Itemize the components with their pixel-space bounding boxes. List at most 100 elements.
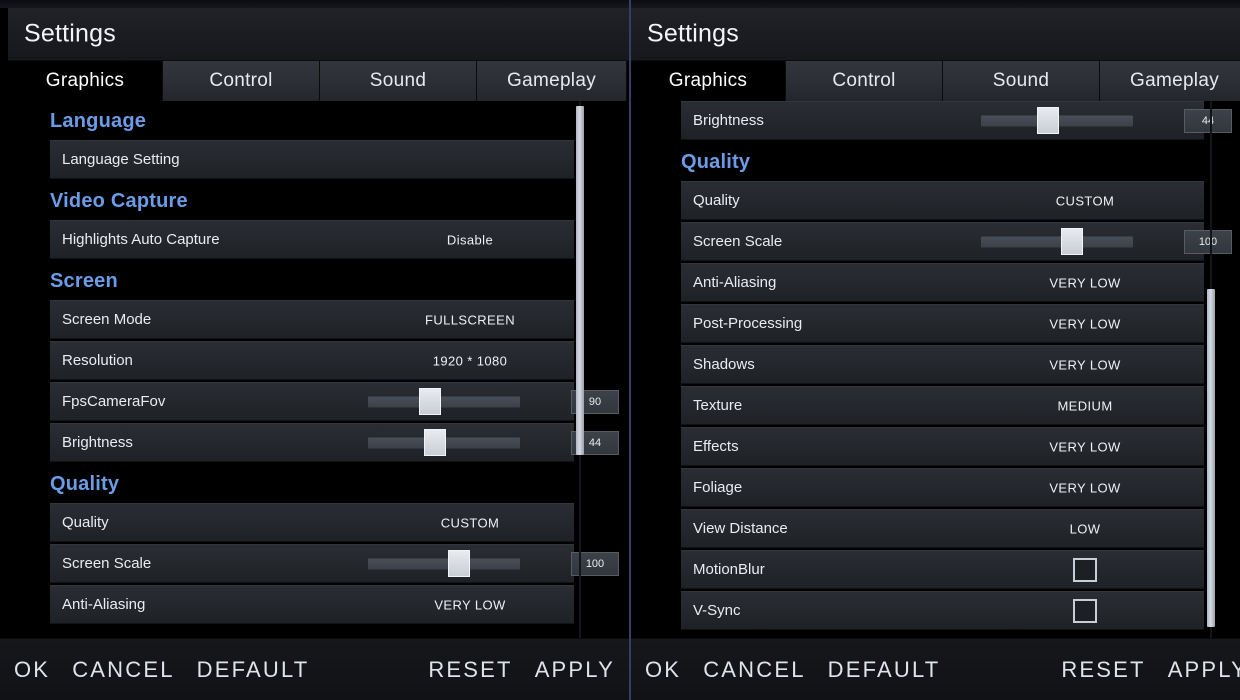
setting-label: Language Setting (62, 151, 180, 168)
setting-label: Quality (62, 514, 109, 531)
page-title: Settings (24, 19, 116, 48)
setting-value: CUSTOM (440, 515, 500, 530)
slider-track[interactable] (368, 429, 520, 456)
setting-row-language-setting[interactable]: Language Setting (50, 140, 574, 179)
slider-value-box[interactable]: 44 (1184, 108, 1232, 133)
setting-row-foliage[interactable]: Foliage VERY LOW (681, 468, 1204, 507)
slider-thumb[interactable] (1061, 228, 1084, 255)
apply-button[interactable]: APPLY (1168, 657, 1240, 683)
setting-label: Post-Processing (693, 315, 803, 332)
setting-value: VERY LOW (1049, 357, 1121, 372)
tab-control[interactable]: Control (786, 61, 943, 101)
setting-row-shadows[interactable]: Shadows VERY LOW (681, 345, 1204, 384)
setting-label: Brightness (62, 434, 133, 451)
setting-row-v-sync[interactable]: V-Sync (681, 591, 1204, 630)
default-button[interactable]: DEFAULT (197, 657, 310, 683)
cancel-button[interactable]: CANCEL (72, 657, 174, 683)
setting-label: Anti-Aliasing (62, 596, 146, 613)
setting-value: VERY LOW (1049, 275, 1121, 290)
setting-row-screen-mode[interactable]: Screen Mode FULLSCREEN (50, 300, 574, 339)
slider-thumb[interactable] (1036, 107, 1059, 134)
setting-row-post-processing[interactable]: Post-Processing VERY LOW (681, 304, 1204, 343)
slider-track[interactable] (368, 550, 520, 577)
slider-thumb[interactable] (448, 550, 471, 577)
checkbox-motionblur[interactable] (1073, 557, 1097, 582)
action-bar-left: OK CANCEL DEFAULT RESET APPLY (0, 638, 629, 700)
slider-value-box[interactable]: 100 (1184, 229, 1232, 254)
checkbox-v-sync[interactable] (1073, 598, 1097, 623)
tab-graphics[interactable]: Graphics (8, 61, 163, 101)
setting-value: VERY LOW (434, 597, 506, 612)
reset-button[interactable]: RESET (428, 657, 512, 683)
slider-thumb[interactable] (423, 429, 446, 456)
setting-label: Effects (693, 438, 739, 455)
setting-row-view-distance[interactable]: View Distance LOW (681, 509, 1204, 548)
setting-label: Resolution (62, 352, 133, 369)
setting-value: FULLSCREEN (425, 312, 515, 327)
settings-list-left: Language Language Setting Video Capture Hig… (8, 101, 629, 638)
setting-label: View Distance (693, 520, 788, 537)
tab-sound[interactable]: Sound (320, 61, 477, 101)
slider-thumb[interactable] (419, 388, 442, 415)
section-header-video-capture: Video Capture (8, 181, 629, 220)
settings-list-right: Brightness 44 Quality Quality CUSTOM Screen S… (631, 101, 1240, 638)
slider-brightness[interactable] (981, 102, 1133, 139)
setting-row-highlights-auto-capture[interactable]: Highlights Auto Capture Disable (50, 220, 574, 259)
setting-value: 1920 * 1080 (432, 353, 508, 368)
tab-control[interactable]: Control (163, 61, 320, 101)
section-header-language: Language (8, 101, 629, 140)
default-button[interactable]: DEFAULT (828, 657, 941, 683)
setting-label: Texture (693, 397, 743, 414)
slider-track[interactable] (981, 107, 1133, 134)
scrollbar-thumb-right[interactable] (1207, 288, 1215, 628)
slider-track[interactable] (368, 388, 520, 415)
setting-label: Screen Mode (62, 311, 152, 328)
setting-row-anti-aliasing[interactable]: Anti-Aliasing VERY LOW (50, 585, 574, 624)
tab-gameplay[interactable]: Gameplay (1100, 61, 1240, 101)
reset-button[interactable]: RESET (1061, 657, 1145, 683)
setting-label: V-Sync (693, 602, 741, 619)
setting-row-screen-scale[interactable]: Screen Scale 100 (50, 544, 619, 583)
tab-sound[interactable]: Sound (943, 61, 1100, 101)
apply-button[interactable]: APPLY (535, 657, 615, 683)
section-header-quality: Quality (8, 464, 629, 503)
tab-graphics[interactable]: Graphics (631, 61, 786, 101)
setting-row-brightness[interactable]: Brightness 44 (50, 423, 619, 462)
tab-bar-left: Graphics Control Sound Gameplay (8, 61, 629, 101)
ok-button[interactable]: OK (645, 657, 681, 683)
setting-label: FpsCameraFov (62, 393, 166, 410)
setting-row-motionblur[interactable]: MotionBlur (681, 550, 1204, 589)
setting-label: Screen Scale (62, 555, 152, 572)
setting-label: Anti-Aliasing (693, 274, 777, 291)
ok-button[interactable]: OK (14, 657, 50, 683)
setting-value: VERY LOW (1049, 316, 1121, 331)
setting-row-quality[interactable]: Quality CUSTOM (681, 181, 1204, 220)
slider-fpscamerafov[interactable] (368, 383, 520, 420)
slider-brightness[interactable] (368, 424, 520, 461)
setting-value: LOW (1069, 521, 1101, 536)
setting-row-anti-aliasing[interactable]: Anti-Aliasing VERY LOW (681, 263, 1204, 302)
cancel-button[interactable]: CANCEL (703, 657, 805, 683)
setting-label: Quality (693, 192, 740, 209)
setting-value: MEDIUM (1057, 398, 1113, 413)
setting-label: Shadows (693, 356, 755, 373)
slider-screen-scale[interactable] (981, 223, 1133, 260)
title-bar-left: Settings (8, 8, 629, 61)
setting-row-effects[interactable]: Effects VERY LOW (681, 427, 1204, 466)
setting-value: CUSTOM (1055, 193, 1115, 208)
setting-row-screen-scale[interactable]: Screen Scale 100 (681, 222, 1232, 261)
tab-gameplay[interactable]: Gameplay (477, 61, 627, 101)
settings-window-right: Settings Graphics Control Sound Gameplay Br… (631, 8, 1240, 700)
page-title-right: Settings (647, 19, 739, 48)
setting-label: Screen Scale (693, 233, 783, 250)
scrollbar-thumb-left[interactable] (576, 106, 584, 456)
settings-screen: Settings Graphics Control Sound Gameplay La… (0, 0, 1240, 700)
setting-row-quality[interactable]: Quality CUSTOM (50, 503, 574, 542)
setting-row-brightness[interactable]: Brightness 44 (681, 101, 1232, 140)
setting-value: VERY LOW (1049, 480, 1121, 495)
setting-row-fpscamerafov[interactable]: FpsCameraFov 90 (50, 382, 619, 421)
slider-track[interactable] (981, 228, 1133, 255)
setting-row-texture[interactable]: Texture MEDIUM (681, 386, 1204, 425)
setting-row-resolution[interactable]: Resolution 1920 * 1080 (50, 341, 574, 380)
slider-screen-scale[interactable] (368, 545, 520, 582)
